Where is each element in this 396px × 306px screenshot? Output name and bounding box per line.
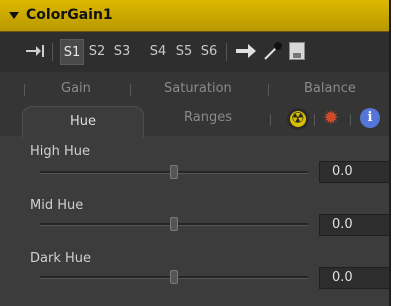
tab-ranges[interactable]: Ranges xyxy=(184,110,232,125)
slot-s6[interactable]: S6 xyxy=(197,39,221,65)
tab-balance[interactable]: Balance xyxy=(304,81,356,96)
tab-hue[interactable]: Hue xyxy=(22,106,144,138)
tool-title: ColorGain1 xyxy=(26,7,113,23)
tab-row-secondary: Hue Ranges ✹ i xyxy=(0,104,389,138)
arrow-right-icon[interactable] xyxy=(236,44,258,58)
tab-divider xyxy=(270,114,271,126)
dark-hue-label: Dark Hue xyxy=(30,251,91,266)
collapse-arrow-icon[interactable] xyxy=(9,12,19,19)
tab-divider xyxy=(314,114,315,126)
toolbar: S1 S2 S3 S4 S5 S6 xyxy=(0,32,389,72)
save-icon[interactable] xyxy=(289,42,305,60)
slot-s2[interactable]: S2 xyxy=(85,39,109,65)
dark-hue-value[interactable]: 0.0 xyxy=(319,267,389,289)
slot-s5[interactable]: S5 xyxy=(172,39,196,65)
color-picker-icon[interactable] xyxy=(262,40,284,62)
pin-icon[interactable] xyxy=(26,44,46,58)
high-hue-label: High Hue xyxy=(30,144,91,159)
tab-divider xyxy=(130,84,131,96)
tab-divider xyxy=(268,84,269,96)
radioactive-icon[interactable] xyxy=(287,108,309,130)
tool-panel: ColorGain1 S1 S2 S3 S4 S5 S6 Gain Satura… xyxy=(0,0,391,306)
title-bar[interactable]: ColorGain1 xyxy=(0,0,389,32)
tab-divider xyxy=(24,84,25,96)
slot-s1[interactable]: S1 xyxy=(60,39,84,65)
tab-row-primary: Gain Saturation Balance xyxy=(0,72,389,104)
slot-s3[interactable]: S3 xyxy=(110,39,134,65)
info-icon[interactable]: i xyxy=(360,108,380,128)
high-hue-value[interactable]: 0.0 xyxy=(319,161,389,183)
tab-divider xyxy=(350,114,351,126)
toolbar-separator xyxy=(226,43,227,61)
mid-hue-value[interactable]: 0.0 xyxy=(319,214,389,236)
mid-hue-slider-thumb[interactable] xyxy=(170,217,178,231)
toolbar-separator xyxy=(52,43,53,61)
mid-hue-label: Mid Hue xyxy=(30,198,84,213)
tab-gain[interactable]: Gain xyxy=(61,81,91,96)
high-hue-slider-thumb[interactable] xyxy=(170,165,178,179)
slot-s4[interactable]: S4 xyxy=(146,39,170,65)
dark-hue-slider-thumb[interactable] xyxy=(170,270,178,284)
gear-icon[interactable]: ✹ xyxy=(323,107,339,129)
tab-saturation[interactable]: Saturation xyxy=(164,81,232,96)
